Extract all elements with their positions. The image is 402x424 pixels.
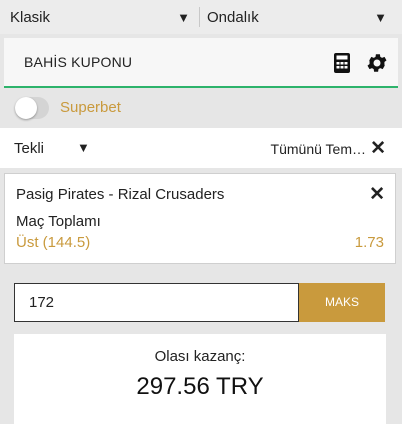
view-select-value: Klasik	[10, 8, 51, 26]
caret-down-icon: ▼	[374, 9, 387, 25]
odds-format-value: Ondalık	[207, 8, 259, 26]
odds-value: 1.73	[354, 234, 384, 251]
close-icon[interactable]: ✕	[370, 137, 386, 160]
divider	[199, 7, 200, 27]
superbet-label: Superbet	[60, 99, 121, 116]
bet-type-bar: Tekli ▼ Tümünü Tem… ✕	[0, 128, 402, 168]
coupon-header: BAHİS KUPONU	[4, 38, 398, 88]
odds-format-select[interactable]: Ondalık ▼	[207, 0, 387, 34]
superbet-toggle[interactable]	[15, 97, 49, 119]
caret-down-icon[interactable]: ▼	[77, 140, 90, 155]
stake-input[interactable]: 172	[14, 283, 299, 322]
calculator-icon[interactable]	[331, 52, 353, 74]
bet-type-select[interactable]: Tekli	[14, 140, 44, 157]
max-stake-button[interactable]: MAKS	[299, 283, 385, 322]
winnings-label: Olası kazanç:	[154, 348, 246, 365]
caret-down-icon: ▼	[177, 9, 190, 25]
gear-icon[interactable]	[365, 51, 389, 75]
clear-all-link[interactable]: Tümünü Tem…	[271, 141, 366, 157]
superbet-row: Superbet	[4, 90, 398, 126]
top-bar: Klasik ▼ Ondalık ▼	[0, 0, 402, 34]
toggle-knob	[15, 97, 37, 119]
winnings-value: 297.56 TRY	[136, 373, 264, 400]
view-select[interactable]: Klasik ▼	[10, 0, 190, 34]
pick-name: Üst (144.5)	[16, 234, 91, 251]
selection-card: Pasig Pirates - Rizal Crusaders ✕ Maç To…	[4, 173, 396, 264]
market-name: Maç Toplamı	[16, 213, 101, 230]
coupon-title: BAHİS KUPONU	[24, 54, 133, 70]
match-name: Pasig Pirates - Rizal Crusaders	[16, 186, 225, 203]
remove-selection-icon[interactable]: ✕	[369, 183, 385, 206]
potential-winnings: Olası kazanç: 297.56 TRY	[14, 334, 386, 424]
